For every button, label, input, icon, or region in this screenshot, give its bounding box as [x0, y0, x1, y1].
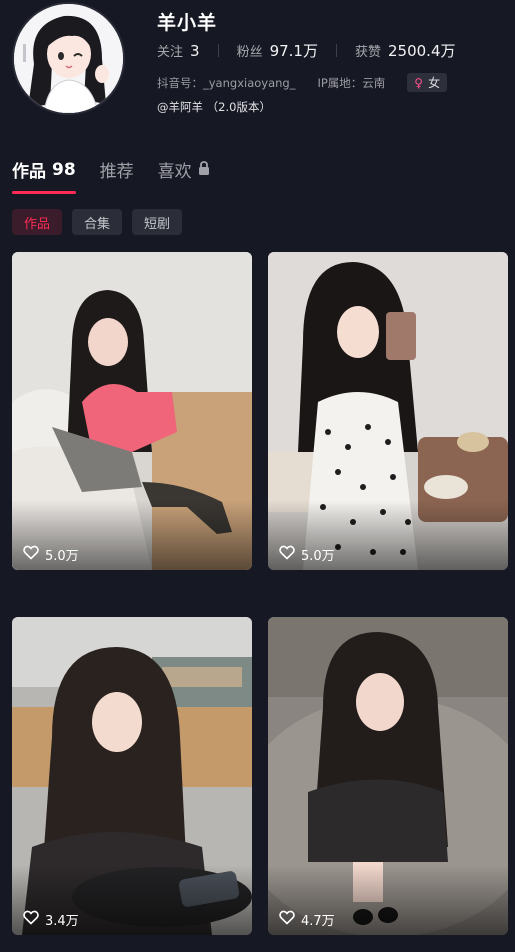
tab-recommended[interactable]: 推荐 [100, 157, 134, 182]
stat-likes: 获赞 2500.4万 [355, 40, 456, 61]
divider [217, 44, 219, 57]
tab-liked[interactable]: 喜欢 [158, 157, 210, 182]
stat-value: 97.1万 [269, 42, 318, 60]
active-tab-indicator [12, 191, 76, 194]
stat-label: 粉丝 [236, 45, 263, 60]
ip-location: IP属地：云南 [317, 75, 386, 90]
like-count: 5.0万 [279, 545, 335, 564]
lock-icon [198, 160, 210, 180]
video-card[interactable]: 5.0万 [268, 252, 508, 570]
tab-label: 作品 [12, 162, 46, 182]
like-count: 5.0万 [23, 545, 79, 564]
video-card[interactable]: 5.0万 [12, 252, 252, 570]
gender-badge: ♀ 女 [407, 73, 448, 92]
profile-name: 羊小羊 [157, 12, 218, 34]
stat-value: 2500.4万 [388, 42, 456, 60]
profile-meta: 抖音号：_yangxiaoyang_ IP属地：云南 ♀ 女 [157, 73, 448, 92]
subtab-short-dramas[interactable]: 短剧 [132, 209, 183, 235]
profile-bio[interactable]: @羊阿羊 （2.0版本） [157, 99, 271, 115]
like-count-value: 5.0万 [301, 549, 335, 564]
subtab-collections[interactable]: 合集 [72, 209, 123, 235]
female-symbol-icon: ♀ [414, 75, 424, 90]
stat-label: 获赞 [354, 45, 381, 60]
heart-icon [279, 910, 295, 929]
content-tabs: 作品 98 推荐 喜欢 [12, 157, 234, 182]
tab-count: 98 [52, 159, 76, 180]
video-card[interactable]: 4.7万 [268, 617, 508, 935]
avatar[interactable] [12, 2, 125, 115]
profile-page: 羊小羊 关注 3 粉丝 97.1万 获赞 2500.4万 抖音号：_yangxi… [0, 0, 515, 952]
profile-stats: 关注 3 粉丝 97.1万 获赞 2500.4万 [157, 40, 474, 61]
stat-label: 关注 [157, 45, 184, 60]
like-count: 3.4万 [23, 910, 79, 929]
heart-icon [23, 545, 39, 564]
tab-label: 推荐 [99, 162, 134, 182]
heart-icon [23, 910, 39, 929]
heart-icon [279, 545, 295, 564]
gender-label: 女 [428, 76, 441, 90]
tab-works[interactable]: 作品 98 [12, 157, 76, 183]
stat-following[interactable]: 关注 3 [157, 41, 200, 60]
douyin-id: 抖音号：_yangxiaoyang_ [157, 75, 296, 90]
stat-value: 3 [190, 42, 200, 60]
like-count-value: 5.0万 [45, 549, 79, 564]
like-count: 4.7万 [279, 910, 335, 929]
sub-tabs: 作品 合集 短剧 [12, 209, 192, 235]
divider [335, 44, 337, 57]
subtab-works[interactable]: 作品 [12, 209, 63, 235]
like-count-value: 3.4万 [45, 914, 79, 929]
like-count-value: 4.7万 [301, 914, 335, 929]
video-card[interactable]: 3.4万 [12, 617, 252, 935]
stat-followers[interactable]: 粉丝 97.1万 [237, 40, 318, 61]
tab-label: 喜欢 [157, 162, 192, 182]
